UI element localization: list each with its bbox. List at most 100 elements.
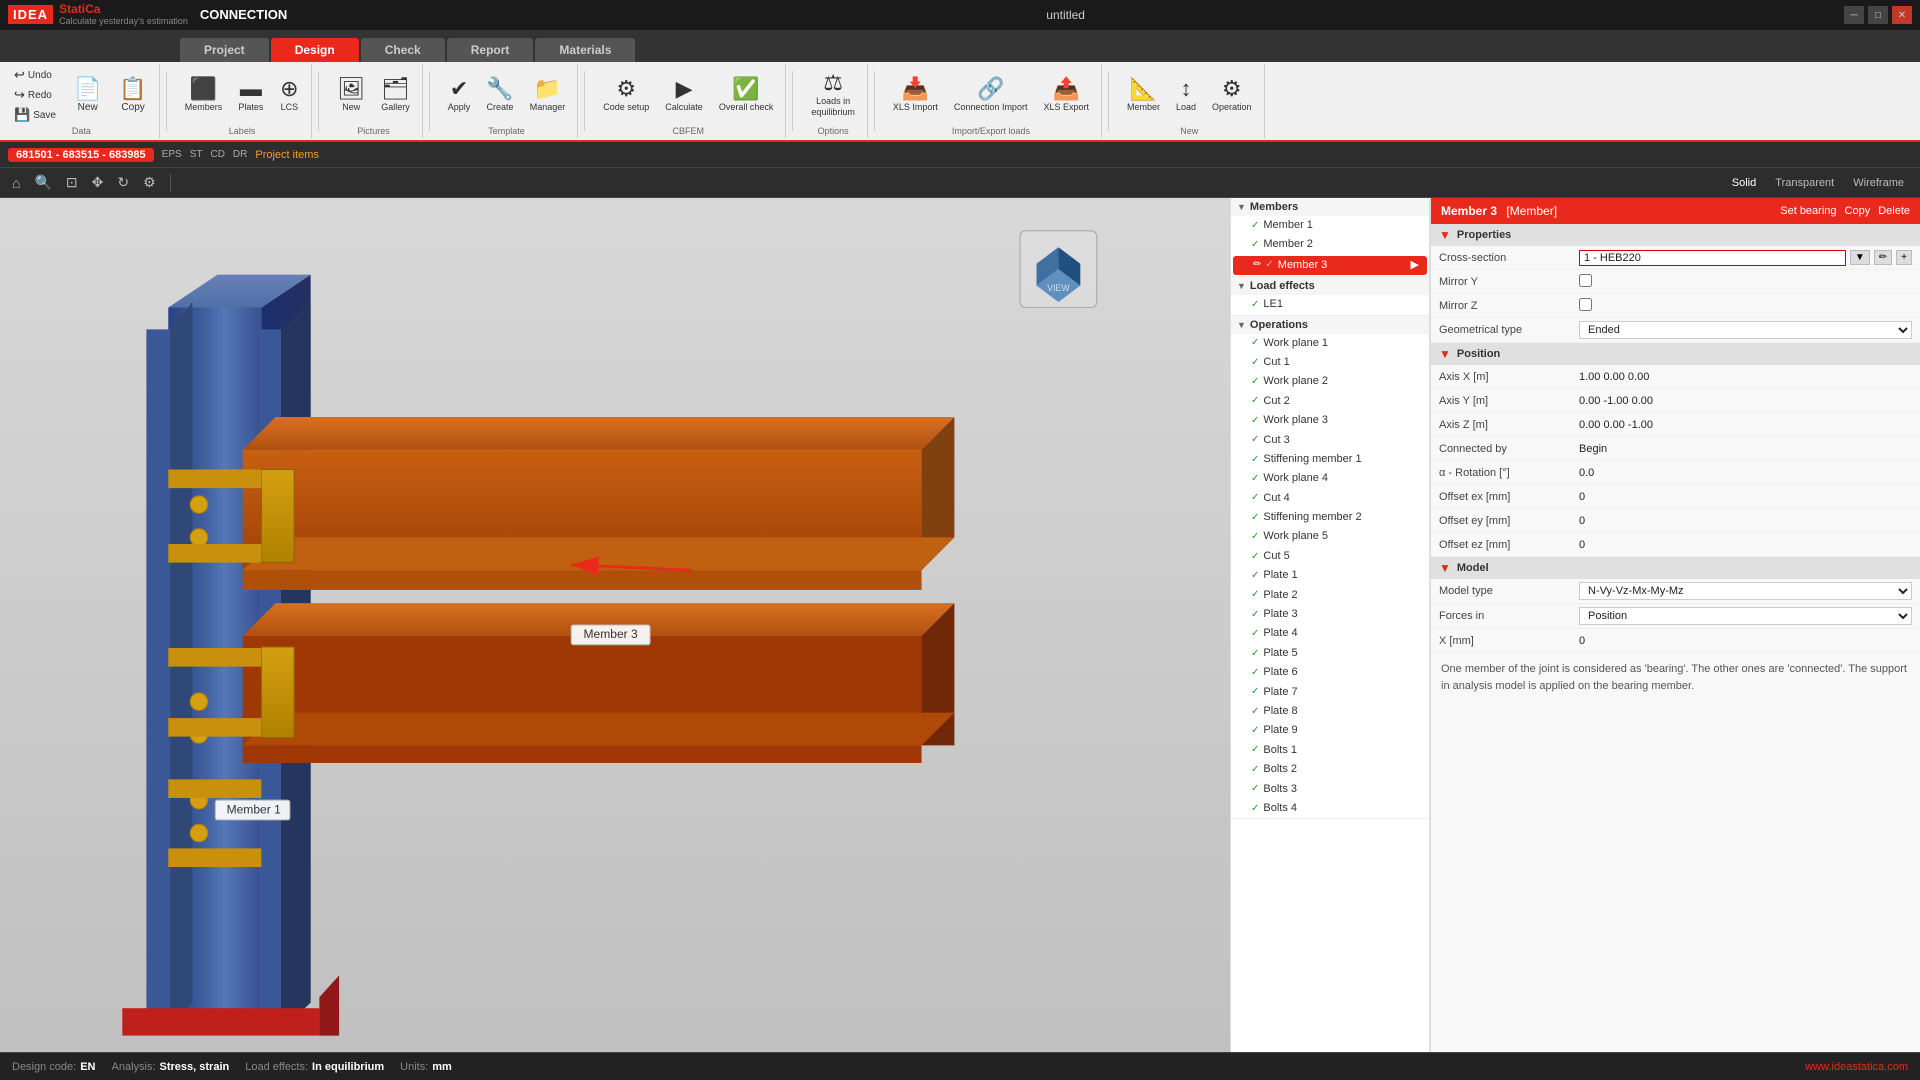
- viewport[interactable]: Member 3 Member 1 VIEW: [0, 198, 1230, 1052]
- tab-materials[interactable]: Materials: [535, 38, 635, 62]
- rotate-button[interactable]: ↻: [113, 172, 133, 193]
- lcs-button[interactable]: ⊕ LCS: [273, 75, 305, 115]
- model-type-label: Model type: [1439, 585, 1579, 597]
- tree-item-wp4[interactable]: ✓Work plane 4: [1231, 469, 1429, 488]
- tab-report[interactable]: Report: [447, 38, 534, 62]
- new-button[interactable]: 📄 New: [68, 75, 107, 116]
- home-view-button[interactable]: ⌂: [8, 173, 24, 193]
- zoom-fit-button[interactable]: ⊡: [62, 172, 82, 193]
- members-button[interactable]: ⬛ Members: [179, 75, 229, 115]
- tree-item-le1[interactable]: ✓ LE1: [1231, 295, 1429, 314]
- mirror-y-checkbox[interactable]: [1579, 274, 1592, 287]
- tree-item-bolts3[interactable]: ✓Bolts 3: [1231, 780, 1429, 799]
- apply-button[interactable]: ✔ Apply: [442, 75, 477, 115]
- cross-section-add-btn[interactable]: +: [1896, 250, 1912, 265]
- ribbon-divider-2: [318, 71, 319, 131]
- mirror-z-checkbox[interactable]: [1579, 298, 1592, 311]
- model-type-select[interactable]: N-Vy-Vz-Mx-My-Mz: [1579, 582, 1912, 600]
- save-button[interactable]: 💾 Save: [10, 106, 60, 124]
- tree-item-plate3[interactable]: ✓Plate 3: [1231, 605, 1429, 624]
- new-load-button[interactable]: ↕ Load: [1170, 75, 1202, 115]
- code-setup-button[interactable]: ⚙ Code setup: [597, 75, 655, 115]
- manager-button[interactable]: 📁 Manager: [524, 75, 572, 115]
- tree-item-member3[interactable]: ✏ ✓ Member 3 ▶: [1233, 256, 1427, 275]
- rotation-value: 0.0: [1579, 467, 1912, 479]
- tree-item-plate8[interactable]: ✓Plate 8: [1231, 702, 1429, 721]
- cross-section-edit-btn[interactable]: ✏: [1874, 250, 1892, 265]
- connection-import-button[interactable]: 🔗 Connection Import: [948, 75, 1034, 115]
- ribbon-divider-7: [1108, 71, 1109, 131]
- set-bearing-button[interactable]: Set bearing: [1780, 205, 1836, 217]
- tree-item-cut4[interactable]: ✓Cut 4: [1231, 489, 1429, 508]
- pan-button[interactable]: ✥: [88, 172, 108, 193]
- tree-item-bolts4[interactable]: ✓Bolts 4: [1231, 799, 1429, 818]
- breadcrumb-cd: CD: [210, 149, 224, 160]
- project-items-link[interactable]: Project items: [255, 149, 319, 161]
- cross-section-dropdown[interactable]: ▼: [1850, 250, 1870, 265]
- xls-export-button[interactable]: 📤 XLS Export: [1037, 75, 1095, 115]
- model-toggle-icon: ▼: [1439, 561, 1451, 575]
- close-button[interactable]: ✕: [1892, 6, 1912, 24]
- maximize-button[interactable]: □: [1868, 6, 1888, 24]
- redo-button[interactable]: ↪ Redo: [10, 86, 60, 104]
- tree-item-member2[interactable]: ✓ Member 2: [1231, 235, 1429, 254]
- stiffener-bot3-face: [168, 718, 261, 737]
- loads-equilibrium-button[interactable]: ⚖ Loads inequilibrium: [805, 69, 861, 121]
- position-section-header[interactable]: ▼ Position: [1431, 343, 1920, 365]
- tree-item-cut5[interactable]: ✓Cut 5: [1231, 547, 1429, 566]
- view-mode-wireframe[interactable]: Wireframe: [1845, 175, 1912, 191]
- calculate-button[interactable]: ▶ Calculate: [659, 75, 709, 115]
- gallery-button[interactable]: 🗂 Gallery: [375, 75, 416, 115]
- props-copy-button[interactable]: Copy: [1845, 205, 1871, 217]
- tree-item-cut1[interactable]: ✓Cut 1: [1231, 353, 1429, 372]
- minimize-button[interactable]: ─: [1844, 6, 1864, 24]
- tree-item-wp1[interactable]: ✓Work plane 1: [1231, 334, 1429, 353]
- view-mode-transparent[interactable]: Transparent: [1767, 175, 1842, 191]
- tree-item-cut2[interactable]: ✓Cut 2: [1231, 392, 1429, 411]
- new-member-button[interactable]: 📐 Member: [1121, 75, 1166, 115]
- overall-check-button[interactable]: ✅ Overall check: [713, 75, 780, 115]
- website-link[interactable]: www.ideastatica.com: [1805, 1061, 1908, 1073]
- tab-design[interactable]: Design: [271, 38, 359, 62]
- xls-import-button[interactable]: 📥 XLS Import: [887, 75, 944, 115]
- tree-header-members[interactable]: ▼ Members: [1231, 198, 1429, 216]
- tree-item-plate4[interactable]: ✓Plate 4: [1231, 624, 1429, 643]
- new-picture-button[interactable]: 🖼 New: [331, 75, 371, 115]
- search-view-button[interactable]: 🔍: [30, 172, 55, 193]
- tree-item-stiff2[interactable]: ✓Stiffening member 2: [1231, 508, 1429, 527]
- properties-section-header[interactable]: ▼ Properties: [1431, 224, 1920, 246]
- tree-item-wp2[interactable]: ✓Work plane 2: [1231, 372, 1429, 391]
- tree-item-wp3[interactable]: ✓Work plane 3: [1231, 411, 1429, 430]
- settings-view-button[interactable]: ⚙: [139, 172, 160, 193]
- geom-type-select[interactable]: Ended Continuous: [1579, 321, 1912, 339]
- tab-check[interactable]: Check: [361, 38, 445, 62]
- props-header: Member 3 [Member] Set bearing Copy Delet…: [1431, 198, 1920, 224]
- tree-item-wp5[interactable]: ✓Work plane 5: [1231, 527, 1429, 546]
- tree-item-plate5[interactable]: ✓Plate 5: [1231, 644, 1429, 663]
- props-delete-button[interactable]: Delete: [1878, 205, 1910, 217]
- tree-header-operations[interactable]: ▼ Operations: [1231, 316, 1429, 334]
- tree-item-plate1[interactable]: ✓Plate 1: [1231, 566, 1429, 585]
- view-mode-solid[interactable]: Solid: [1724, 175, 1764, 191]
- create-button[interactable]: 🔧 Create: [480, 75, 519, 115]
- member3-label-text: Member 3: [584, 627, 638, 641]
- model-section-header[interactable]: ▼ Model: [1431, 557, 1920, 579]
- forces-in-select[interactable]: Position Node: [1579, 607, 1912, 625]
- tree-item-plate2[interactable]: ✓Plate 2: [1231, 586, 1429, 605]
- plates-button[interactable]: ▬ Plates: [232, 75, 269, 115]
- tree-item-stiff1[interactable]: ✓Stiffening member 1: [1231, 450, 1429, 469]
- tree-item-member1[interactable]: ✓ Member 1: [1231, 216, 1429, 235]
- copy-button[interactable]: 📋 Copy: [113, 75, 152, 116]
- tree-header-load-effects[interactable]: ▼ Load effects: [1231, 277, 1429, 295]
- tree-item-plate9[interactable]: ✓Plate 9: [1231, 721, 1429, 740]
- tree-item-bolts2[interactable]: ✓Bolts 2: [1231, 760, 1429, 779]
- tree-item-bolts1[interactable]: ✓Bolts 1: [1231, 741, 1429, 760]
- tree-item-plate7[interactable]: ✓Plate 7: [1231, 683, 1429, 702]
- tree-item-plate6[interactable]: ✓Plate 6: [1231, 663, 1429, 682]
- undo-button[interactable]: ↩ Undo: [10, 66, 60, 84]
- nav-cube[interactable]: VIEW: [1020, 231, 1097, 308]
- tree-item-cut3[interactable]: ✓Cut 3: [1231, 431, 1429, 450]
- cross-section-input[interactable]: [1579, 250, 1846, 266]
- new-operation-button[interactable]: ⚙ Operation: [1206, 75, 1258, 115]
- tab-project[interactable]: Project: [180, 38, 269, 62]
